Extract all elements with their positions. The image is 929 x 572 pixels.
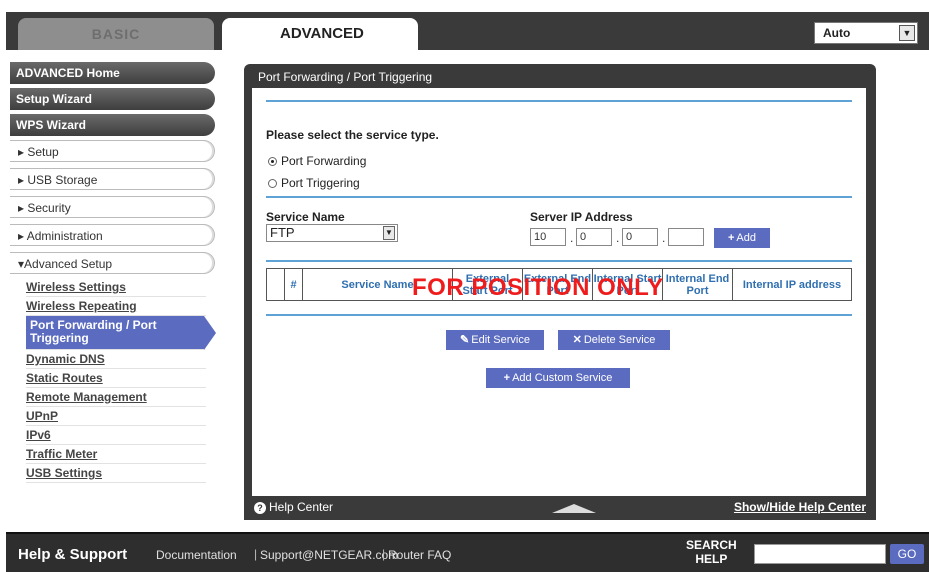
plus-icon: + [727,232,735,244]
search-label-line1: SEARCH [686,538,737,552]
divider [266,100,852,102]
support-email-link[interactable]: Support@NETGEAR.com [260,548,398,562]
ip-octet-2[interactable]: 0 [576,228,612,246]
sidebar-item-upnp[interactable]: UPnP [26,407,206,426]
sidebar-item-static-routes[interactable]: Static Routes [26,369,206,388]
sidebar-item-traffic-meter[interactable]: Traffic Meter [26,445,206,464]
close-icon: ✕ [572,334,582,346]
pencil-icon: ✎ [460,334,470,346]
sidebar-item-dynamic-dns[interactable]: Dynamic DNS [26,350,206,369]
separator: | [382,547,386,561]
main-panel: Port Forwarding / Port Triggering Please… [244,64,876,520]
service-name-value: FTP [270,225,295,240]
service-name-select[interactable]: FTP ▼ [266,224,398,242]
service-type-prompt: Please select the service type. [266,128,439,142]
question-icon: ? [254,502,266,514]
language-select[interactable]: Auto ▼ [814,22,918,44]
sidebar-item-wps-wizard[interactable]: WPS Wizard [10,114,215,136]
server-ip-label: Server IP Address [530,210,633,224]
add-button[interactable]: + Add [714,228,770,248]
top-tab-bar: BASIC ADVANCED Auto ▼ [0,0,929,50]
radio-port-forwarding[interactable]: Port Forwarding [268,154,366,168]
service-name-label: Service Name [266,210,345,224]
sidebar-section-usb-storage[interactable]: ▸ USB Storage [10,168,215,190]
col-int-end-port: Internal End Port [662,268,733,301]
ip-dot: . [616,231,620,245]
advanced-setup-submenu: Wireless Settings Wireless Repeating Por… [10,278,216,483]
search-input[interactable] [754,544,886,564]
ip-octet-4[interactable] [668,228,704,246]
language-select-value: Auto [823,26,851,40]
sidebar-item-usb-settings[interactable]: USB Settings [26,464,206,483]
sidebar-item-wireless-repeating[interactable]: Wireless Repeating [26,297,206,316]
divider [266,314,852,316]
sidebar-section-security[interactable]: ▸ Security [10,196,215,218]
sidebar-item-port-forwarding[interactable]: Port Forwarding / Port Triggering [26,316,216,350]
search-label-line2: HELP [695,552,728,566]
go-button[interactable]: GO [890,544,924,564]
plus-icon: + [503,372,511,384]
radio-port-forwarding-label: Port Forwarding [281,154,367,168]
sidebar-item-remote-management[interactable]: Remote Management [26,388,206,407]
tab-advanced[interactable]: ADVANCED [222,18,418,50]
radio-port-triggering-label: Port Triggering [281,176,360,190]
show-hide-help-link[interactable]: Show/Hide Help Center [734,500,866,514]
sidebar-section-setup[interactable]: ▸ Setup [10,140,215,162]
col-number: # [284,268,303,301]
radio-selected-icon[interactable] [268,157,277,166]
expand-help-arrow-icon[interactable] [552,504,596,513]
delete-service-button[interactable]: ✕ Delete Service [558,330,670,350]
col-internal-ip: Internal IP address [732,268,852,301]
help-center-bar: ? Help Center Show/Hide Help Center [252,498,866,516]
add-custom-service-label: Add Custom Service [512,372,613,384]
divider [266,260,852,262]
chevron-down-icon[interactable]: ▼ [899,25,915,41]
ip-octet-1[interactable]: 10 [530,228,566,246]
overlay-watermark: FOR POSITION ONLY [412,274,664,301]
router-faq-link[interactable]: Router FAQ [388,548,451,562]
sidebar-section-advanced-setup[interactable]: ▾Advanced Setup [10,252,215,274]
documentation-link[interactable]: Documentation [156,548,237,562]
ip-dot: . [570,231,574,245]
sidebar-item-wireless-settings[interactable]: Wireless Settings [26,278,206,297]
separator: | [254,547,258,561]
radio-unselected-icon[interactable] [268,179,277,188]
ip-dot: . [662,231,666,245]
sidebar-item-ipv6[interactable]: IPv6 [26,426,206,445]
delete-service-label: Delete Service [583,334,656,346]
search-help-label: SEARCH HELP [686,538,737,566]
sidebar-item-setup-wizard[interactable]: Setup Wizard [10,88,215,110]
sidebar: ADVANCED Home Setup Wizard WPS Wizard ▸ … [10,62,216,512]
ip-octet-3[interactable]: 0 [622,228,658,246]
divider [266,196,852,198]
chevron-down-icon[interactable]: ▼ [383,226,395,240]
sidebar-section-administration[interactable]: ▸ Administration [10,224,215,246]
col-select [266,268,285,301]
radio-port-triggering[interactable]: Port Triggering [268,176,360,190]
sidebar-item-advanced-home[interactable]: ADVANCED Home [10,62,215,84]
edit-service-label: Edit Service [471,334,530,346]
help-center-link[interactable]: ? Help Center [254,500,333,514]
footer-title: Help & Support [18,546,128,563]
add-button-label: Add [736,232,756,244]
tab-basic[interactable]: BASIC [18,18,214,50]
panel-title: Port Forwarding / Port Triggering [258,70,433,84]
help-center-label: Help Center [269,500,334,514]
footer: Help & Support Documentation | Support@N… [6,532,929,572]
add-custom-service-button[interactable]: + Add Custom Service [486,368,630,388]
panel-content: Please select the service type. Port For… [252,88,866,496]
edit-service-button[interactable]: ✎ Edit Service [446,330,544,350]
